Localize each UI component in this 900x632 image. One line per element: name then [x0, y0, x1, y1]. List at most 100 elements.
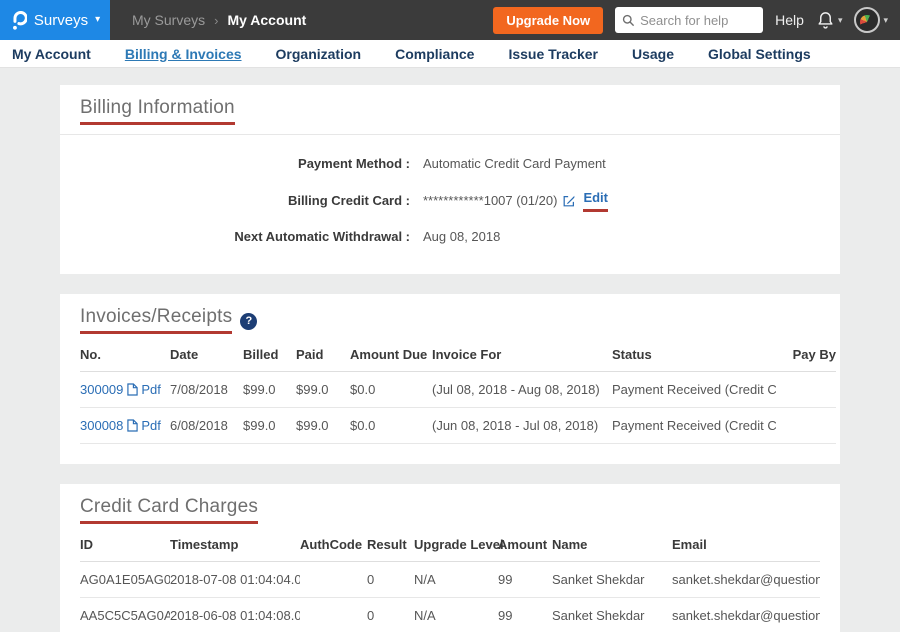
invoice-pay-by [776, 372, 836, 408]
next-withdrawal-value: Aug 08, 2018 [423, 228, 500, 246]
product-switcher[interactable]: Surveys ▾ [0, 0, 110, 40]
chevron-down-icon: ▾ [883, 15, 888, 26]
charge-amount: 99 [498, 562, 552, 598]
invoice-pdf-link[interactable]: Pdf [127, 418, 161, 433]
charge-email: sanket.shekdar@questionpro.com [672, 562, 820, 598]
tab-compliance[interactable]: Compliance [395, 46, 474, 62]
product-label: Surveys [34, 12, 88, 29]
credit-card-charges-card: Credit Card Charges ID Timestamp AuthCod… [60, 484, 840, 632]
charge-timestamp: 2018-07-08 01:04:04.0 [170, 562, 300, 598]
edit-icon[interactable] [562, 194, 576, 208]
charge-id: AG0A1E05AG0A [80, 562, 170, 598]
billing-credit-card-row: Billing Credit Card : ************1007 (… [80, 181, 820, 220]
payment-method-label: Payment Method : [80, 155, 410, 173]
col-amount: Amount [498, 528, 552, 562]
col-id: ID [80, 528, 170, 562]
breadcrumb-current: My Account [227, 12, 306, 28]
charges-header-row: ID Timestamp AuthCode Result Upgrade Lev… [80, 528, 820, 562]
pdf-icon [127, 383, 138, 396]
billing-information-title: Billing Information [80, 97, 820, 125]
charge-id: AA5C5C5AG0A [80, 598, 170, 632]
charge-timestamp: 2018-06-08 01:04:08.0 [170, 598, 300, 632]
breadcrumb: My Surveys › My Account [132, 12, 306, 28]
questionpro-logo-icon [10, 9, 27, 31]
col-status: Status [612, 338, 776, 372]
billing-info-rows: Payment Method : Automatic Credit Card P… [80, 135, 820, 254]
invoice-row: 300008 Pdf 6/08/2018 $99.0 $99.0 $0.0 (J… [80, 408, 836, 444]
breadcrumb-separator-icon: › [214, 13, 218, 28]
col-result: Result [367, 528, 414, 562]
charges-table: ID Timestamp AuthCode Result Upgrade Lev… [80, 528, 820, 632]
charge-row: AA5C5C5AG0A 2018-06-08 01:04:08.0 0 N/A … [80, 598, 820, 632]
tab-organization[interactable]: Organization [276, 46, 362, 62]
pdf-icon [127, 419, 138, 432]
avatar [854, 7, 880, 33]
tab-usage[interactable]: Usage [632, 46, 674, 62]
charge-authcode [300, 598, 367, 632]
invoice-amount-due: $0.0 [350, 408, 432, 444]
help-link[interactable]: Help [775, 12, 804, 28]
tab-issue-tracker[interactable]: Issue Tracker [508, 46, 598, 62]
tab-billing-invoices[interactable]: Billing & Invoices [125, 46, 242, 62]
col-upgrade-level: Upgrade Level [414, 528, 498, 562]
invoices-receipts-card: Invoices/Receipts ? No. Date Billed Paid… [60, 294, 840, 464]
charge-row: AG0A1E05AG0A 2018-07-08 01:04:04.0 0 N/A… [80, 562, 820, 598]
invoice-pdf-link[interactable]: Pdf [127, 382, 161, 397]
invoice-paid: $99.0 [296, 372, 350, 408]
col-pay-by: Pay By [776, 338, 836, 372]
breadcrumb-parent[interactable]: My Surveys [132, 12, 205, 28]
chevron-down-icon: ▾ [95, 15, 100, 25]
notifications-menu[interactable]: ▾ [816, 10, 843, 30]
invoice-for: (Jul 08, 2018 - Aug 08, 2018) [432, 372, 612, 408]
invoice-status: Payment Received (Credit Card) [612, 408, 776, 444]
account-menu[interactable]: ▾ [854, 7, 888, 33]
col-timestamp: Timestamp [170, 528, 300, 562]
next-withdrawal-row: Next Automatic Withdrawal : Aug 08, 2018 [80, 220, 820, 254]
help-search[interactable] [615, 7, 763, 33]
col-billed: Billed [243, 338, 296, 372]
upgrade-now-button[interactable]: Upgrade Now [493, 7, 603, 34]
col-name: Name [552, 528, 672, 562]
invoice-date: 7/08/2018 [170, 372, 243, 408]
top-bar: Surveys ▾ My Surveys › My Account Upgrad… [0, 0, 900, 40]
invoice-status: Payment Received (Credit Card) [612, 372, 776, 408]
invoice-number-link[interactable]: 300009 [80, 382, 123, 397]
charge-authcode [300, 562, 367, 598]
invoice-for: (Jun 08, 2018 - Jul 08, 2018) [432, 408, 612, 444]
billing-credit-card-value: ************1007 (01/20) Edit [423, 189, 608, 212]
billing-credit-card-label: Billing Credit Card : [80, 192, 410, 210]
search-input[interactable] [640, 13, 756, 28]
charge-result: 0 [367, 598, 414, 632]
charge-email: sanket.shekdar@questionpro.com [672, 598, 820, 632]
search-icon [622, 14, 635, 27]
col-paid: Paid [296, 338, 350, 372]
invoice-number-link[interactable]: 300008 [80, 418, 123, 433]
invoices-table: No. Date Billed Paid Amount Due Invoice … [80, 338, 836, 444]
billing-information-card: Billing Information Payment Method : Aut… [60, 85, 840, 274]
edit-card-link[interactable]: Edit [583, 189, 608, 212]
payment-method-row: Payment Method : Automatic Credit Card P… [80, 147, 820, 181]
invoices-receipts-title: Invoices/Receipts [80, 306, 232, 334]
chevron-down-icon: ▾ [838, 15, 843, 26]
topbar-actions: Upgrade Now Help ▾ ▾ [493, 7, 900, 34]
charge-upgrade-level: N/A [414, 598, 498, 632]
payment-method-value: Automatic Credit Card Payment [423, 155, 606, 173]
charge-name: Sanket Shekdar [552, 562, 672, 598]
col-date: Date [170, 338, 243, 372]
charge-result: 0 [367, 562, 414, 598]
invoice-row: 300009 Pdf 7/08/2018 $99.0 $99.0 $0.0 (J… [80, 372, 836, 408]
invoice-pay-by [776, 408, 836, 444]
charge-name: Sanket Shekdar [552, 598, 672, 632]
page-content: Billing Information Payment Method : Aut… [0, 68, 900, 632]
invoice-date: 6/08/2018 [170, 408, 243, 444]
tab-my-account[interactable]: My Account [12, 46, 91, 62]
col-amount-due: Amount Due [350, 338, 432, 372]
help-icon[interactable]: ? [240, 313, 257, 330]
col-no: No. [80, 338, 170, 372]
charge-upgrade-level: N/A [414, 562, 498, 598]
next-withdrawal-label: Next Automatic Withdrawal : [80, 228, 410, 246]
tab-global-settings[interactable]: Global Settings [708, 46, 811, 62]
invoice-paid: $99.0 [296, 408, 350, 444]
invoices-header-row: No. Date Billed Paid Amount Due Invoice … [80, 338, 836, 372]
credit-card-charges-title: Credit Card Charges [80, 496, 820, 524]
